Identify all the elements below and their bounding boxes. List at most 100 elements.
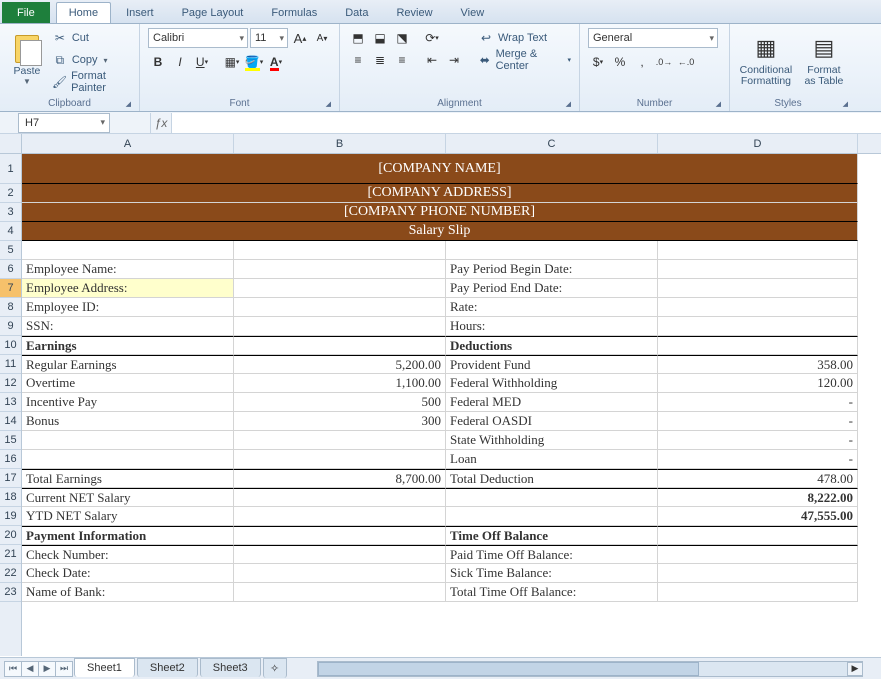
cell[interactable]: [234, 507, 446, 526]
cell[interactable]: Total Time Off Balance:: [446, 583, 658, 602]
cell[interactable]: [658, 564, 858, 583]
cell[interactable]: Check Date:: [22, 564, 234, 583]
cell[interactable]: Pay Period Begin Date:: [446, 260, 658, 279]
row-header[interactable]: 17: [0, 469, 21, 488]
cell[interactable]: [446, 241, 658, 260]
tab-data[interactable]: Data: [332, 2, 381, 23]
paste-button[interactable]: Paste ▼: [8, 28, 46, 92]
cell[interactable]: Total Deduction: [446, 469, 658, 488]
cell[interactable]: Sick Time Balance:: [446, 564, 658, 583]
col-header[interactable]: C: [446, 134, 658, 153]
row-header[interactable]: 19: [0, 507, 21, 526]
horizontal-scrollbar[interactable]: ◀ ▶: [317, 661, 863, 677]
cell[interactable]: [658, 317, 858, 336]
row-header[interactable]: 15: [0, 431, 21, 450]
cell[interactable]: [234, 260, 446, 279]
cell[interactable]: Name of Bank:: [22, 583, 234, 602]
cell[interactable]: [COMPANY ADDRESS]: [22, 184, 858, 203]
cell[interactable]: YTD NET Salary: [22, 507, 234, 526]
cell[interactable]: [234, 298, 446, 317]
font-color-button[interactable]: A▾: [266, 52, 286, 72]
cell[interactable]: [658, 336, 858, 355]
cell[interactable]: 120.00: [658, 374, 858, 393]
row-header[interactable]: 20: [0, 526, 21, 545]
cell[interactable]: 8,222.00: [658, 488, 858, 507]
cell[interactable]: SSN:: [22, 317, 234, 336]
align-middle-button[interactable]: ⬓: [370, 28, 390, 48]
sheet-tab-1[interactable]: Sheet1: [74, 658, 135, 677]
row-header[interactable]: 5: [0, 241, 21, 260]
row-header[interactable]: 6: [0, 260, 21, 279]
cell[interactable]: Total Earnings: [22, 469, 234, 488]
cell[interactable]: Employee Name:: [22, 260, 234, 279]
row-header[interactable]: 16: [0, 450, 21, 469]
cell[interactable]: 500: [234, 393, 446, 412]
cell[interactable]: [234, 450, 446, 469]
cell[interactable]: Time Off Balance: [446, 526, 658, 545]
cell[interactable]: [234, 279, 446, 298]
grow-font-button[interactable]: A▴: [290, 28, 310, 48]
underline-button[interactable]: U▾: [192, 52, 212, 72]
cell[interactable]: Loan: [446, 450, 658, 469]
conditional-formatting-button[interactable]: ▦ Conditional Formatting: [738, 28, 794, 92]
col-header[interactable]: D: [658, 134, 858, 153]
cell[interactable]: [234, 583, 446, 602]
decrease-indent-button[interactable]: ⇤: [422, 50, 442, 70]
cell[interactable]: Employee Address:: [22, 279, 234, 298]
tab-insert[interactable]: Insert: [113, 2, 167, 23]
cell[interactable]: [446, 507, 658, 526]
cell[interactable]: [22, 241, 234, 260]
align-top-button[interactable]: ⬒: [348, 28, 368, 48]
cell[interactable]: -: [658, 412, 858, 431]
wrap-text-button[interactable]: ↩Wrap Text: [478, 28, 571, 48]
orientation-button[interactable]: ⟳▾: [422, 28, 442, 48]
nav-last-icon[interactable]: ⏭: [55, 661, 73, 677]
border-button[interactable]: ▦▾: [222, 52, 242, 72]
sheet-tab-2[interactable]: Sheet2: [137, 658, 198, 677]
col-header[interactable]: B: [234, 134, 446, 153]
align-bottom-button[interactable]: ⬔: [392, 28, 412, 48]
row-header[interactable]: 21: [0, 545, 21, 564]
copy-button[interactable]: ⧉Copy▾: [52, 50, 131, 70]
align-left-button[interactable]: ≡: [348, 50, 368, 70]
cell[interactable]: Federal MED: [446, 393, 658, 412]
row-header[interactable]: 1: [0, 154, 21, 184]
fill-color-button[interactable]: 🪣▾: [244, 52, 264, 72]
row-header[interactable]: 23: [0, 583, 21, 602]
tab-pagelayout[interactable]: Page Layout: [169, 2, 257, 23]
tab-review[interactable]: Review: [383, 2, 445, 23]
cell[interactable]: [446, 488, 658, 507]
cell[interactable]: [234, 526, 446, 545]
decrease-decimal-button[interactable]: ←.0: [676, 52, 696, 72]
cell[interactable]: [658, 279, 858, 298]
format-painter-button[interactable]: 🖌Format Painter: [52, 72, 131, 92]
font-size-select[interactable]: 11: [250, 28, 288, 48]
nav-next-icon[interactable]: ▶: [38, 661, 56, 677]
cell[interactable]: Check Number:: [22, 545, 234, 564]
row-header[interactable]: 8: [0, 298, 21, 317]
font-name-select[interactable]: Calibri: [148, 28, 248, 48]
cell[interactable]: Federal Withholding: [446, 374, 658, 393]
cell[interactable]: Regular Earnings: [22, 355, 234, 374]
cell[interactable]: [234, 336, 446, 355]
cell[interactable]: [658, 545, 858, 564]
row-header[interactable]: 13: [0, 393, 21, 412]
cell[interactable]: [234, 431, 446, 450]
cell[interactable]: [COMPANY NAME]: [22, 154, 858, 184]
cell[interactable]: [234, 241, 446, 260]
select-all-corner[interactable]: [0, 134, 21, 154]
cell[interactable]: [234, 317, 446, 336]
col-header[interactable]: A: [22, 134, 234, 153]
cell[interactable]: Overtime: [22, 374, 234, 393]
cell[interactable]: Payment Information: [22, 526, 234, 545]
format-as-table-button[interactable]: ▤ Format as Table: [800, 28, 848, 92]
fx-icon[interactable]: ƒx: [150, 113, 172, 133]
cell[interactable]: Earnings: [22, 336, 234, 355]
increase-indent-button[interactable]: ⇥: [444, 50, 464, 70]
scroll-right-icon[interactable]: ▶: [847, 662, 863, 676]
cell[interactable]: Employee ID:: [22, 298, 234, 317]
cell[interactable]: -: [658, 431, 858, 450]
cell[interactable]: Deductions: [446, 336, 658, 355]
cell[interactable]: Current NET Salary: [22, 488, 234, 507]
cell[interactable]: Paid Time Off Balance:: [446, 545, 658, 564]
